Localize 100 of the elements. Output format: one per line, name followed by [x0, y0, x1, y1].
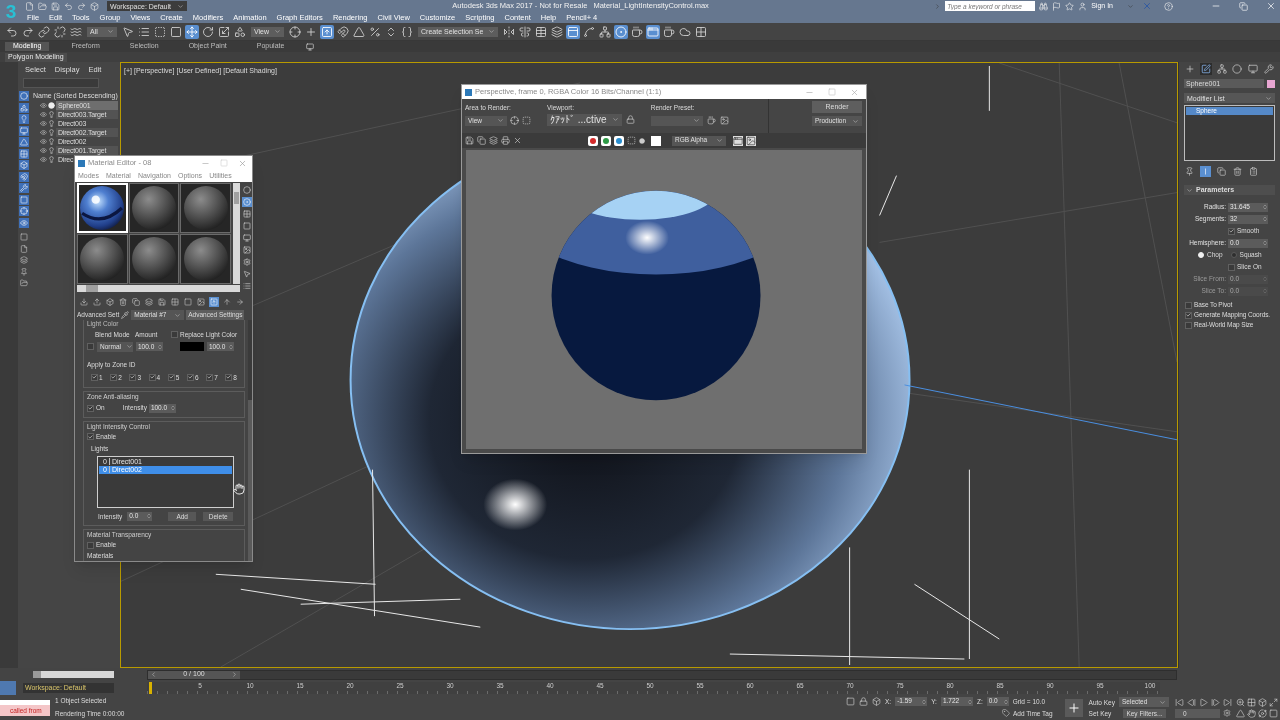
wrench-icon[interactable] — [1263, 63, 1275, 75]
vertical-scrollbar[interactable] — [233, 183, 240, 284]
bar-icon[interactable] — [1200, 165, 1211, 177]
folder-icon[interactable] — [38, 1, 47, 11]
circle-dot-icon[interactable] — [614, 24, 629, 39]
step-back-icon[interactable] — [1187, 697, 1196, 707]
grid-icon[interactable] — [1247, 697, 1256, 707]
pointer-icon[interactable] — [242, 269, 252, 279]
curve-icon[interactable] — [582, 24, 597, 39]
star-icon[interactable] — [1065, 1, 1075, 11]
eye-icon[interactable] — [40, 138, 47, 145]
printer-icon[interactable] — [501, 136, 510, 145]
arrow-up-icon[interactable] — [222, 296, 232, 307]
eye-icon[interactable] — [40, 129, 47, 136]
collapse-caret-icon[interactable] — [1186, 186, 1193, 194]
eye-icon[interactable] — [19, 217, 29, 228]
checkbox[interactable] — [87, 404, 94, 412]
redo-icon[interactable] — [21, 24, 35, 39]
step-forward-icon[interactable] — [1211, 697, 1220, 707]
square-icon[interactable] — [19, 194, 29, 205]
magnet-icon[interactable] — [19, 171, 29, 182]
maximize-icon[interactable] — [1269, 697, 1278, 707]
box-icon[interactable] — [871, 697, 881, 707]
circle-icon[interactable] — [1231, 63, 1244, 75]
lock-icon[interactable] — [858, 697, 868, 707]
folder-icon[interactable] — [19, 278, 29, 288]
panel-icon[interactable] — [566, 24, 581, 39]
monitor-icon[interactable] — [242, 233, 252, 243]
shapes-icon[interactable] — [19, 102, 29, 113]
cup-icon[interactable] — [706, 116, 716, 126]
checkbox[interactable] — [171, 331, 178, 339]
grid-icon[interactable] — [694, 24, 709, 39]
square-icon[interactable] — [1269, 708, 1278, 718]
checkbox[interactable] — [1185, 311, 1192, 319]
script-input-field[interactable] — [0, 699, 50, 705]
close-icon[interactable] — [238, 158, 247, 168]
triangle-icon[interactable] — [352, 24, 367, 39]
horizontal-scrollbar[interactable] — [77, 285, 240, 292]
redo-icon[interactable] — [77, 1, 86, 11]
binoculars-icon[interactable] — [1039, 1, 1049, 11]
pin-icon[interactable] — [19, 266, 29, 277]
checkbox[interactable] — [1185, 301, 1192, 309]
square-icon[interactable] — [242, 221, 252, 231]
grid-icon[interactable] — [242, 209, 252, 219]
dashed-square-icon[interactable] — [153, 24, 167, 39]
flag-icon[interactable] — [1052, 1, 1062, 11]
image-icon[interactable] — [746, 135, 756, 146]
monitor-icon[interactable] — [1247, 63, 1260, 75]
pin-icon[interactable] — [1184, 165, 1195, 177]
checkbox[interactable] — [167, 373, 175, 381]
chevron-left-icon[interactable] — [150, 671, 157, 678]
lock-icon[interactable] — [625, 115, 635, 125]
chevron-right-icon[interactable] — [231, 671, 238, 678]
checkbox[interactable] — [1185, 321, 1192, 329]
download-icon[interactable] — [79, 296, 89, 307]
checkbox[interactable] — [87, 343, 94, 351]
monitor-icon[interactable] — [19, 125, 29, 136]
checkbox[interactable] — [148, 373, 156, 381]
cup-icon[interactable] — [630, 24, 645, 39]
checkbox[interactable] — [91, 373, 98, 381]
rotate-icon[interactable] — [201, 24, 215, 39]
help-icon[interactable] — [1164, 1, 1173, 11]
plus-icon[interactable] — [1184, 63, 1196, 75]
undo-icon[interactable] — [64, 1, 73, 11]
upload-icon[interactable] — [92, 296, 102, 307]
trash-icon[interactable] — [118, 296, 128, 307]
user-icon[interactable] — [1078, 1, 1088, 11]
layers-icon[interactable] — [489, 136, 498, 145]
checkbox[interactable] — [225, 373, 233, 381]
checkbox[interactable] — [129, 373, 137, 381]
pen-square-icon[interactable] — [1199, 63, 1212, 75]
skip-back-icon[interactable] — [1175, 697, 1184, 707]
copy-icon[interactable] — [477, 136, 486, 145]
save-icon[interactable] — [157, 296, 167, 307]
box-icon[interactable] — [105, 296, 115, 307]
braces-icon[interactable] — [400, 24, 415, 39]
search-field[interactable] — [23, 78, 99, 88]
save-icon[interactable] — [465, 136, 474, 145]
network-icon[interactable] — [598, 24, 613, 39]
pan-icon[interactable] — [1247, 708, 1256, 718]
crosshair-icon[interactable] — [288, 24, 303, 39]
clipboard-icon[interactable] — [1248, 165, 1259, 177]
list-icon[interactable] — [242, 281, 252, 291]
vertical-scrollbar[interactable] — [248, 320, 252, 561]
restore-icon[interactable] — [1239, 1, 1248, 11]
mirror-icon[interactable] — [502, 24, 517, 39]
lightbulb-icon[interactable] — [19, 114, 29, 124]
square-icon[interactable] — [19, 232, 29, 242]
circle-icon[interactable] — [242, 185, 252, 195]
eye-icon[interactable] — [40, 120, 47, 127]
window-icon[interactable] — [646, 24, 661, 39]
square-icon[interactable] — [845, 697, 855, 707]
tag-icon[interactable] — [1001, 709, 1010, 718]
grid-icon[interactable] — [170, 296, 180, 307]
shapes-icon[interactable] — [233, 24, 247, 39]
pipette-icon[interactable] — [121, 311, 130, 319]
checkbox[interactable] — [110, 373, 118, 381]
eye-icon[interactable] — [40, 102, 47, 109]
monitor-icon[interactable] — [306, 42, 315, 51]
dot-icon[interactable] — [639, 137, 645, 144]
